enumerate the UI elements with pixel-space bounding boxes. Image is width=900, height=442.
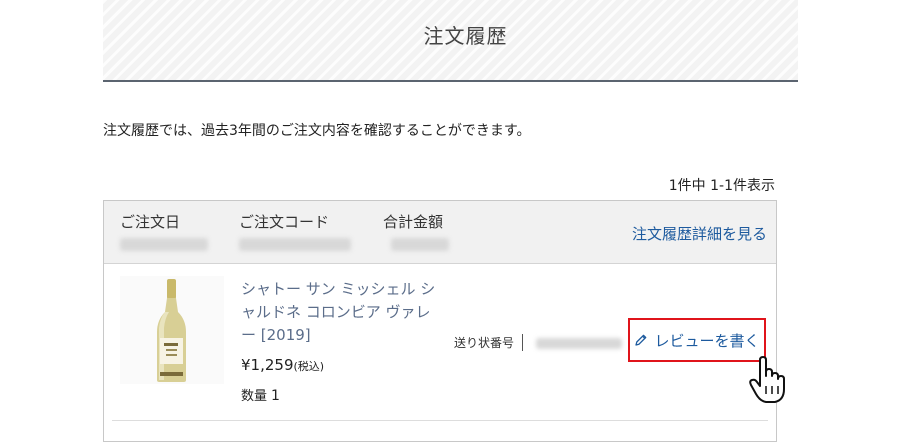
write-review-button[interactable]: レビューを書く bbox=[628, 318, 766, 362]
hand-pointer-icon bbox=[749, 356, 785, 403]
product-quantity: 数量 1 bbox=[241, 385, 280, 404]
order-total-column: 合計金額 bbox=[383, 211, 449, 251]
order-total-value-redacted bbox=[391, 238, 449, 251]
order-card: ご注文日 ご注文コード 合計金額 注文履歴詳細を見る シャトー サン ミッシェル… bbox=[103, 200, 777, 442]
quantity-value: 1 bbox=[271, 388, 280, 404]
product-price: ¥1,259(税込) bbox=[241, 356, 324, 374]
price-value: ¥1,259 bbox=[241, 356, 294, 374]
row-divider bbox=[112, 420, 768, 421]
product-name-link[interactable]: シャトー サン ミッシェル シャルドネ コロンビア ヴァレー [2019] bbox=[241, 278, 441, 347]
order-date-value-redacted bbox=[120, 238, 208, 251]
order-code-label: ご注文コード bbox=[239, 213, 330, 231]
order-code-column: ご注文コード bbox=[239, 211, 351, 251]
order-code-value-redacted bbox=[239, 238, 351, 251]
price-tax-suffix: (税込) bbox=[293, 360, 325, 373]
order-detail-link[interactable]: 注文履歴詳細を見る bbox=[632, 223, 767, 244]
order-date-label: ご注文日 bbox=[120, 213, 181, 231]
wine-bottle-image bbox=[120, 276, 224, 384]
quantity-label: 数量 bbox=[241, 389, 268, 404]
page-header-banner: 注文履歴 bbox=[103, 0, 798, 82]
write-review-label: レビューを書く bbox=[654, 331, 760, 350]
tracking-number-label: 送り状番号 bbox=[454, 334, 524, 351]
tracking-number-value-redacted bbox=[536, 338, 622, 349]
result-count: 1件中 1-1件表示 bbox=[668, 178, 775, 194]
order-total-label: 合計金額 bbox=[383, 213, 444, 231]
page-title: 注文履歴 bbox=[423, 24, 508, 48]
intro-text: 注文履歴では、過去3年間のご注文内容を確認することができます。 bbox=[103, 123, 531, 139]
order-date-column: ご注文日 bbox=[120, 211, 208, 251]
pencil-icon bbox=[635, 334, 647, 346]
product-image[interactable] bbox=[120, 276, 224, 384]
order-header: ご注文日 ご注文コード 合計金額 注文履歴詳細を見る bbox=[104, 201, 776, 264]
